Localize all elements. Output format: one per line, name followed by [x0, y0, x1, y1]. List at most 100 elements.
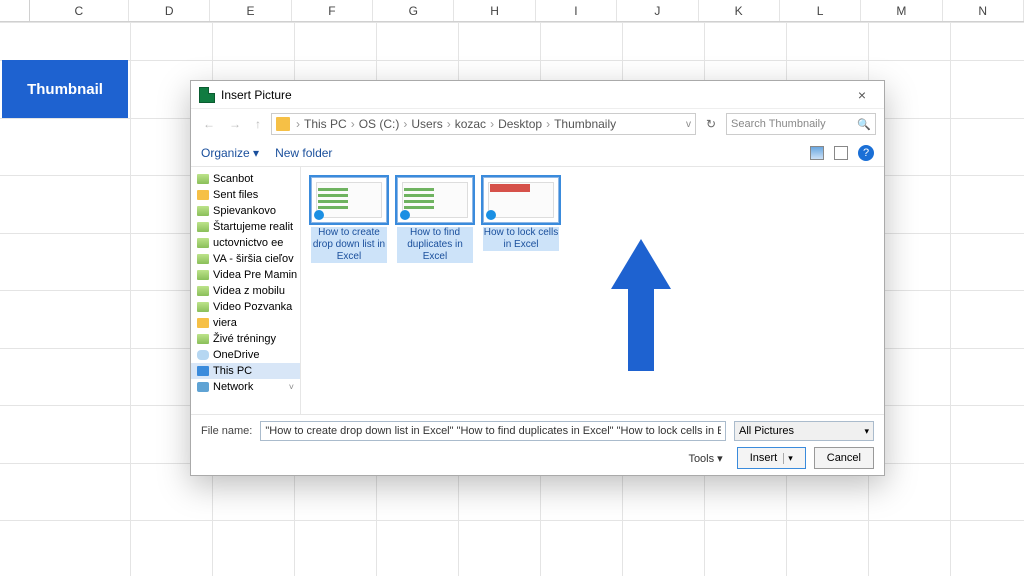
breadcrumb-item[interactable]: kozac	[455, 117, 486, 131]
col-header[interactable]: M	[861, 0, 942, 21]
filename-label: File name:	[201, 425, 252, 437]
file-item[interactable]: How to create drop down list in Excel	[311, 177, 387, 263]
tree-item[interactable]: Scanbot	[191, 171, 300, 187]
filter-label: All Pictures	[739, 425, 794, 437]
dialog-titlebar: Insert Picture ×	[191, 81, 884, 109]
file-thumbnail	[311, 177, 387, 223]
nav-row: ← → ↑ › This PC› OS (C:)› Users› kozac› …	[191, 109, 884, 139]
filename-input[interactable]	[260, 421, 726, 441]
new-folder-button[interactable]: New folder	[275, 146, 348, 160]
search-icon: 🔍	[857, 118, 871, 131]
tree-item[interactable]: Štartujeme realit	[191, 219, 300, 235]
file-caption: How to lock cells in Excel	[483, 227, 559, 251]
tree-item[interactable]: Videa Pre Mamin	[191, 267, 300, 283]
tree-item-label: Network	[213, 381, 253, 393]
file-caption: How to create drop down list in Excel	[311, 227, 387, 263]
search-input[interactable]: Search Thumbnaily 🔍	[726, 113, 876, 135]
dialog-toolbar: Organize ▾ New folder ?	[191, 139, 884, 167]
refresh-button[interactable]: ↻	[702, 117, 720, 131]
tree-item[interactable]: Videa z mobilu	[191, 283, 300, 299]
folder-icon	[197, 318, 209, 328]
tree-item-label: Videa z mobilu	[213, 285, 285, 297]
tree-item-label: Spievankovo	[213, 205, 276, 217]
insert-split-icon[interactable]: ▾	[783, 453, 793, 464]
tree-item[interactable]: Video Pozvanka	[191, 299, 300, 315]
tree-item-label: Živé tréningy	[213, 333, 276, 345]
img-icon	[197, 222, 209, 232]
pc-icon	[197, 366, 209, 376]
file-item[interactable]: How to find duplicates in Excel	[397, 177, 473, 263]
col-header[interactable]: K	[699, 0, 780, 21]
up-button[interactable]: ↑	[251, 117, 265, 131]
img-icon	[197, 238, 209, 248]
file-caption: How to find duplicates in Excel	[397, 227, 473, 263]
sync-icon	[400, 210, 410, 220]
breadcrumb-item[interactable]: OS (C:)	[359, 117, 400, 131]
folder-tree[interactable]: Scanbot Sent files Spievankovo Štartujeme r…	[191, 167, 301, 414]
tree-item-label: Videa Pre Mamin	[213, 269, 297, 281]
tree-item-label: OneDrive	[213, 349, 259, 361]
tree-item[interactable]: Sent files	[191, 187, 300, 203]
breadcrumb-item[interactable]: Desktop	[498, 117, 542, 131]
cloud-icon	[197, 350, 209, 360]
breadcrumb-item[interactable]: This PC	[304, 117, 347, 131]
tree-item-label: VA - širšia cieľov	[213, 253, 294, 265]
cancel-button[interactable]: Cancel	[814, 447, 874, 469]
annotation-arrow	[616, 239, 666, 369]
chevron-down-icon: ˅	[289, 382, 294, 392]
tree-item-label: Štartujeme realit	[213, 221, 293, 233]
file-thumbnail	[483, 177, 559, 223]
tree-item[interactable]: uctovnictvo ee	[191, 235, 300, 251]
view-mode-icon[interactable]	[810, 146, 824, 160]
img-icon	[197, 206, 209, 216]
close-button[interactable]: ×	[848, 87, 876, 103]
search-placeholder: Search Thumbnaily	[731, 118, 826, 130]
back-button[interactable]: ←	[199, 117, 219, 131]
tree-item-label: viera	[213, 317, 237, 329]
insert-label: Insert	[750, 452, 778, 464]
col-header[interactable]: F	[292, 0, 373, 21]
breadcrumb-item[interactable]: Thumbnaily	[554, 117, 616, 131]
tree-item-label: Scanbot	[213, 173, 253, 185]
tools-dropdown[interactable]: Tools ▾	[688, 452, 728, 465]
file-thumbnail	[397, 177, 473, 223]
img-icon	[197, 270, 209, 280]
breadcrumb[interactable]: › This PC› OS (C:)› Users› kozac› Deskto…	[271, 113, 696, 135]
column-headers: C D E F G H I J K L M N	[0, 0, 1024, 22]
breadcrumb-item[interactable]: Users	[411, 117, 442, 131]
tree-item[interactable]: viera	[191, 315, 300, 331]
file-type-filter[interactable]: All Pictures ▾	[734, 421, 874, 441]
tree-item[interactable]: VA - širšia cieľov	[191, 251, 300, 267]
img-icon	[197, 174, 209, 184]
sync-icon	[486, 210, 496, 220]
img-icon	[197, 334, 209, 344]
file-item[interactable]: How to lock cells in Excel	[483, 177, 559, 251]
col-header[interactable]: H	[454, 0, 535, 21]
help-button[interactable]: ?	[858, 145, 874, 161]
col-header[interactable]: I	[536, 0, 617, 21]
tree-item[interactable]: Živé tréningy	[191, 331, 300, 347]
sync-icon	[314, 210, 324, 220]
col-header[interactable]: D	[129, 0, 210, 21]
folder-icon	[197, 190, 209, 200]
col-header[interactable]: L	[780, 0, 861, 21]
col-header[interactable]: E	[210, 0, 291, 21]
tree-item-label: Video Pozvanka	[213, 301, 292, 313]
col-header[interactable]: J	[617, 0, 698, 21]
tree-item[interactable]: Network ˅	[191, 379, 300, 395]
img-icon	[197, 302, 209, 312]
organize-button[interactable]: Organize ▾	[201, 146, 275, 160]
forward-button[interactable]: →	[225, 117, 245, 131]
dialog-footer: File name: All Pictures ▾ Tools ▾ Insert…	[191, 414, 884, 475]
tree-item-label: This PC	[213, 365, 252, 377]
file-pane[interactable]: How to create drop down list in Excel How…	[301, 167, 884, 414]
tree-item[interactable]: This PC	[191, 363, 300, 379]
tree-item[interactable]: Spievankovo	[191, 203, 300, 219]
col-header[interactable]: C	[30, 0, 129, 21]
col-header[interactable]: N	[943, 0, 1024, 21]
tree-item[interactable]: OneDrive	[191, 347, 300, 363]
preview-pane-icon[interactable]	[834, 146, 848, 160]
col-header[interactable]: G	[373, 0, 454, 21]
img-icon	[197, 254, 209, 264]
insert-button[interactable]: Insert ▾	[737, 447, 806, 469]
